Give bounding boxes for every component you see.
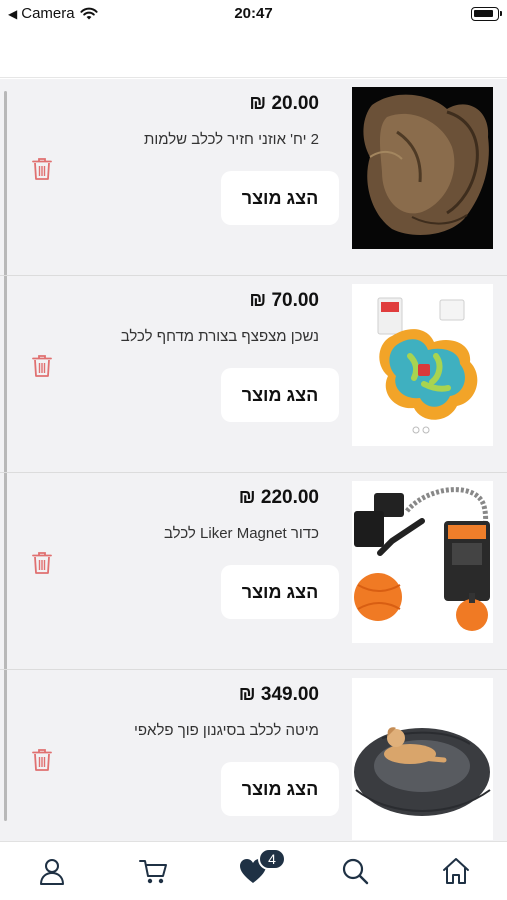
- product-name[interactable]: מיטה לכלב בסיגנון פוך פלאפי: [134, 722, 319, 739]
- wishlist-list[interactable]: 20.00 ₪ 2 יח' אוזני חזיר לכלב שלמות הצג …: [0, 79, 507, 841]
- view-product-button[interactable]: הצג מוצר: [221, 762, 339, 816]
- battery-icon: [471, 7, 502, 21]
- list-item: 349.00 ₪ מיטה לכלב בסיגנון פוך פלאפי הצג…: [0, 670, 507, 841]
- cart-icon[interactable]: [138, 856, 168, 886]
- status-bar: ◀ Camera 20:47: [0, 0, 507, 30]
- status-time: 20:47: [234, 5, 273, 22]
- tab-bar: 4: [0, 841, 507, 900]
- list-item: 70.00 ₪ נשכן מצפצף בצורת מדחף לכלב הצג מ…: [0, 276, 507, 473]
- view-product-button[interactable]: הצג מוצר: [221, 171, 339, 225]
- view-product-button[interactable]: הצג מוצר: [221, 565, 339, 619]
- product-name[interactable]: 2 יח' אוזני חזיר לכלב שלמות: [144, 131, 319, 148]
- product-price: 220.00 ₪: [238, 487, 319, 508]
- list-item: 220.00 ₪ כדור Liker Magnet לכלב הצג מוצר: [0, 473, 507, 670]
- product-price: 349.00 ₪: [238, 684, 319, 705]
- product-image[interactable]: [352, 284, 493, 446]
- trash-icon[interactable]: [31, 551, 53, 575]
- trash-icon[interactable]: [31, 157, 53, 181]
- search-icon[interactable]: [340, 856, 370, 886]
- product-price: 70.00 ₪: [249, 290, 319, 311]
- profile-icon[interactable]: [37, 856, 67, 886]
- product-image[interactable]: [352, 678, 493, 840]
- list-item: 20.00 ₪ 2 יח' אוזני חזיר לכלב שלמות הצג …: [0, 79, 507, 276]
- product-name[interactable]: כדור Liker Magnet לכלב: [164, 525, 319, 542]
- home-icon[interactable]: [441, 856, 471, 886]
- product-price: 20.00 ₪: [249, 93, 319, 114]
- trash-icon[interactable]: [31, 748, 53, 772]
- trash-icon[interactable]: [31, 354, 53, 378]
- product-image[interactable]: [352, 481, 493, 643]
- product-image[interactable]: [352, 87, 493, 249]
- view-product-button[interactable]: הצג מוצר: [221, 368, 339, 422]
- product-name[interactable]: נשכן מצפצף בצורת מדחף לכלב: [121, 328, 319, 345]
- header: [0, 30, 507, 78]
- wishlist-count-badge: 4: [258, 848, 286, 870]
